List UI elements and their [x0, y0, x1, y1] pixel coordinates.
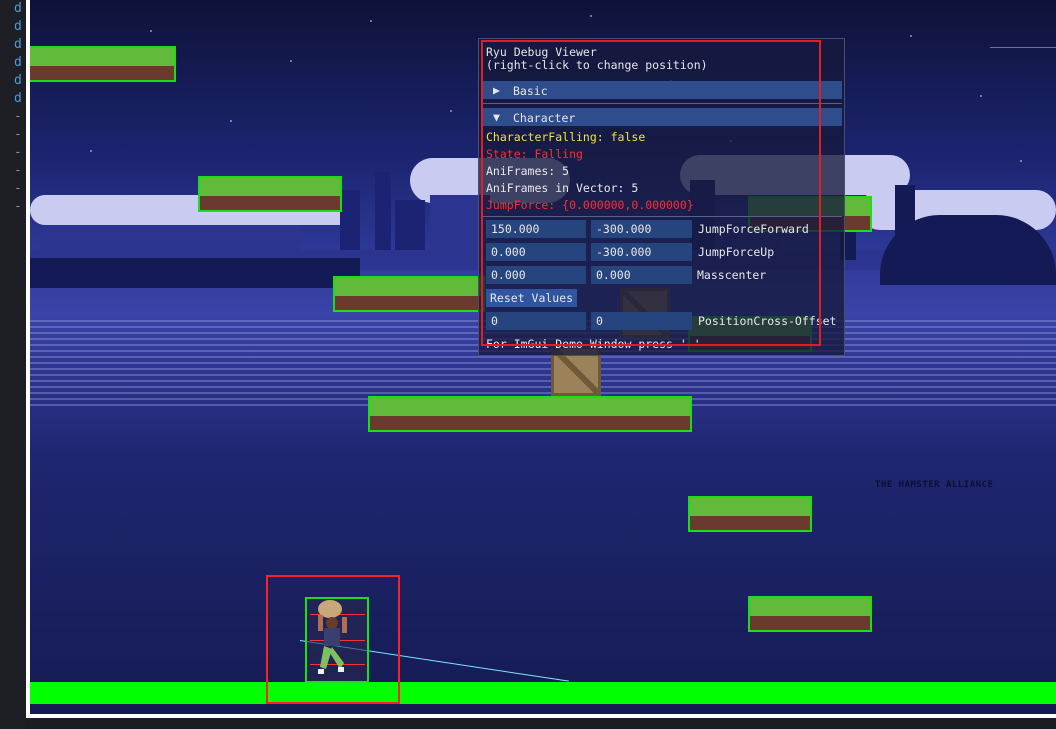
- divider-line: [990, 47, 1056, 48]
- platform: [198, 176, 342, 212]
- aniframes-vector-text: AniFrames in Vector: 5: [486, 181, 639, 195]
- gutter-marker: d: [14, 91, 22, 106]
- masscenter-label: Masscenter: [697, 268, 767, 282]
- imgui-demo-hint: For ImGui-Demo-Window press '-': [486, 337, 701, 351]
- masscenter-x-input[interactable]: 0.000: [486, 266, 586, 284]
- gutter-marker: -: [14, 199, 22, 214]
- reset-values-button[interactable]: Reset Values: [486, 289, 578, 307]
- masscenter-y-input[interactable]: 0.000: [591, 266, 692, 284]
- gutter-marker: -: [14, 145, 22, 160]
- section-label: Character: [513, 111, 576, 125]
- state-text: State: Falling: [486, 147, 583, 161]
- position-cross-offset-x-input[interactable]: 0: [486, 312, 586, 330]
- platform: [333, 276, 485, 312]
- treeline: [30, 258, 360, 288]
- section-label: Basic: [513, 84, 548, 98]
- separator: [483, 103, 842, 104]
- separator: [483, 216, 842, 217]
- jumpforceup-x-input[interactable]: 0.000: [486, 243, 586, 261]
- watermark-text: THE HAMSTER ALLIANCE: [875, 480, 994, 490]
- position-cross-offset-y-input[interactable]: 0: [591, 312, 692, 330]
- platform: [368, 396, 692, 432]
- gutter-marker: d: [14, 1, 22, 16]
- jumpforceforward-x-input[interactable]: 150.000: [486, 220, 586, 238]
- aniframes-text: AniFrames: 5: [486, 164, 570, 178]
- character-sprite: [318, 600, 347, 674]
- pine-tree: [895, 185, 915, 255]
- gutter-marker: d: [14, 37, 22, 52]
- position-cross-offset-label: PositionCross-Offset: [698, 314, 837, 328]
- ground-collider: [30, 682, 1056, 704]
- collapse-arrow-icon: ▼: [493, 110, 500, 124]
- gutter-marker: d: [14, 19, 22, 34]
- debug-window-title[interactable]: Ryu Debug Viewer (right-click to change …: [486, 46, 708, 72]
- gutter-marker: -: [14, 109, 22, 124]
- jumpforce-text: JumpForce: {0.000000,0.000000}: [486, 198, 694, 212]
- expand-arrow-icon: ▶: [493, 83, 500, 97]
- editor-gutter: d d d d d d - - - - - -: [0, 0, 26, 729]
- skyline-building: [375, 172, 391, 260]
- gutter-marker: -: [14, 163, 22, 178]
- jumpforceup-label: JumpForceUp: [698, 245, 775, 259]
- section-header-character[interactable]: ▼ Character: [483, 108, 842, 126]
- debug-viewer-window[interactable]: Ryu Debug Viewer (right-click to change …: [478, 38, 845, 356]
- section-header-basic[interactable]: ▶ Basic: [483, 81, 842, 99]
- jumpforceup-y-input[interactable]: -300.000: [591, 243, 692, 261]
- debug-title-line2: (right-click to change position): [486, 58, 708, 72]
- jumpforceforward-y-input[interactable]: -300.000: [591, 220, 692, 238]
- gutter-marker: -: [14, 181, 22, 196]
- platform: [30, 46, 176, 82]
- character-falling-text: CharacterFalling: false: [486, 130, 646, 144]
- platform: [688, 496, 812, 532]
- gutter-marker: d: [14, 55, 22, 70]
- jumpforceforward-label: JumpForceForward: [698, 222, 809, 236]
- platform: [748, 596, 872, 632]
- gutter-marker: d: [14, 73, 22, 88]
- gutter-marker: -: [14, 127, 22, 142]
- debug-title-line1: Ryu Debug Viewer: [486, 45, 597, 59]
